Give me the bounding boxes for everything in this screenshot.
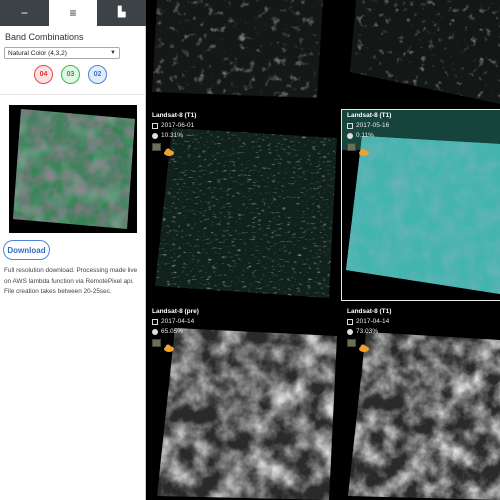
cloud-cover: 65.05% xyxy=(161,328,184,335)
satellite-label: Landsat-8 (pre) xyxy=(152,308,199,315)
image-icon[interactable] xyxy=(152,143,161,151)
divider xyxy=(0,94,146,95)
calendar-icon xyxy=(152,319,158,325)
aws-cloud-icon[interactable] xyxy=(164,339,174,352)
download-button[interactable]: Download xyxy=(3,240,50,260)
satellite-label: Landsat-8 (T1) xyxy=(347,112,392,119)
scene-card[interactable]: Landsat-8 (pre) 2017-04-14 65.05% xyxy=(147,306,337,500)
image-icon[interactable] xyxy=(347,339,356,347)
scene-date: 2017-05-16 xyxy=(356,122,390,129)
tab-grid[interactable]: ▙ xyxy=(97,0,147,26)
image-icon[interactable] xyxy=(152,339,161,347)
scene-meta: Landsat-8 (T1) 2017-06-01 10.31% xyxy=(152,110,332,156)
band-badges: 04 03 02 xyxy=(34,65,107,84)
sidebar: − ≡ ▙ Band Combinations Natural Color (4… xyxy=(0,0,147,500)
scene-grid: Landsat-8 (T1) 2017-06-01 10.31% Landsat… xyxy=(147,0,500,500)
image-icon[interactable] xyxy=(347,143,356,151)
band-combinations-title: Band Combinations xyxy=(5,32,84,42)
scene-card[interactable]: Landsat-8 (T1) 2017-04-14 73.03% xyxy=(342,306,500,500)
scene-preview-image xyxy=(9,105,137,233)
cloud-cover: 0.11% xyxy=(356,132,374,139)
cloud-icon xyxy=(152,329,158,335)
calendar-icon xyxy=(152,123,158,129)
scene-date: 2017-06-01 xyxy=(161,122,195,129)
calendar-icon xyxy=(347,123,353,129)
scene-card[interactable]: Landsat-8 (T1) 2017-06-01 10.31% xyxy=(147,110,337,300)
cloud-icon xyxy=(347,133,353,139)
tab-minus[interactable]: − xyxy=(0,0,49,26)
scene-date: 2017-04-14 xyxy=(356,318,390,325)
aws-cloud-icon[interactable] xyxy=(359,143,369,156)
cloud-icon xyxy=(347,329,353,335)
scene-date: 2017-04-14 xyxy=(161,318,195,325)
cloud-cover: 10.31% xyxy=(161,132,184,139)
satellite-label: Landsat-8 (T1) xyxy=(152,112,197,119)
sidebar-tabs: − ≡ ▙ xyxy=(0,0,147,26)
band-green-badge[interactable]: 03 xyxy=(61,65,80,84)
satellite-label: Landsat-8 (T1) xyxy=(347,308,392,315)
download-note: Full resolution download. Processing mad… xyxy=(4,267,138,295)
band-red-badge[interactable]: 04 xyxy=(34,65,53,84)
scene-meta: Landsat-8 (T1) 2017-04-14 73.03% xyxy=(347,306,500,352)
tab-menu[interactable]: ≡ xyxy=(48,0,98,26)
band-combination-select[interactable]: Natural Color (4,3,2) ▼ xyxy=(4,47,120,59)
scene-meta: Landsat-8 (T1) 2017-05-16 0.11% xyxy=(347,110,500,156)
cloud-cover: 73.03% xyxy=(356,328,379,335)
scene-card[interactable] xyxy=(342,0,500,104)
minus-icon: − xyxy=(20,6,28,20)
aws-cloud-icon[interactable] xyxy=(164,143,174,156)
scene-meta: Landsat-8 (pre) 2017-04-14 65.05% xyxy=(152,306,332,352)
scene-card[interactable] xyxy=(147,0,327,104)
grid-icon: ▙ xyxy=(117,7,126,18)
chevron-down-icon: ▼ xyxy=(110,50,116,56)
aws-cloud-icon[interactable] xyxy=(359,339,369,352)
scene-card-selected[interactable]: Landsat-8 (T1) 2017-05-16 0.11% xyxy=(341,109,500,301)
band-blue-badge[interactable]: 02 xyxy=(88,65,107,84)
menu-icon: ≡ xyxy=(69,6,77,20)
cloud-icon xyxy=(152,133,158,139)
calendar-icon xyxy=(347,319,353,325)
band-combination-value: Natural Color (4,3,2) xyxy=(8,50,67,57)
